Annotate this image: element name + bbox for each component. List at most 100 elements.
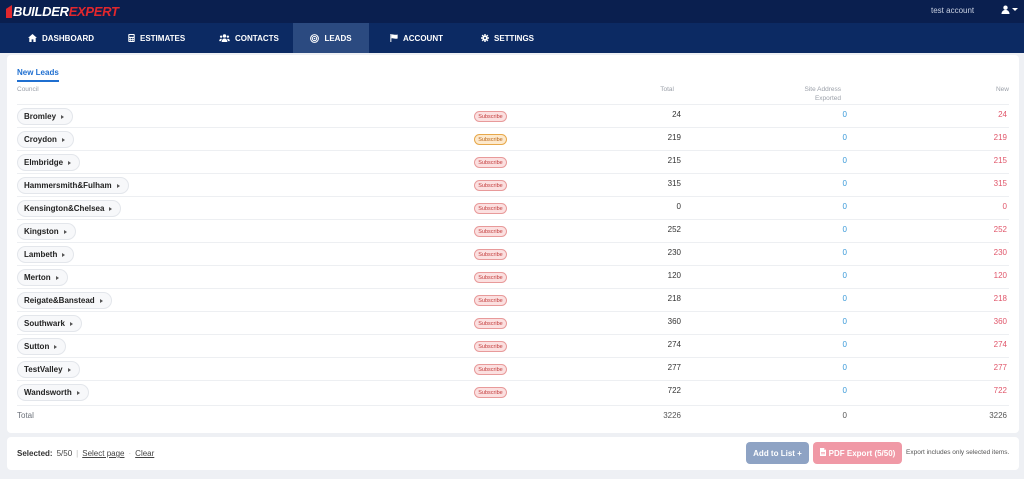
council-button-wandsworth[interactable]: Wandsworth xyxy=(17,384,89,401)
flag-icon xyxy=(390,34,398,42)
council-name: Reigate&Banstead xyxy=(24,296,95,305)
gear-icon xyxy=(481,34,489,42)
file-pdf-icon xyxy=(819,448,826,458)
council-name: Bromley xyxy=(24,112,57,121)
nav-estimates[interactable]: ESTIMATES xyxy=(128,23,185,53)
total-value: 219 xyxy=(667,133,681,142)
council-button-hammersmith-fulham[interactable]: Hammersmith&Fulham xyxy=(17,177,129,194)
exported-value: 0 xyxy=(842,179,847,188)
council-button-croydon[interactable]: Croydon xyxy=(17,131,74,148)
nav-leads[interactable]: LEADS xyxy=(293,23,369,53)
add-to-list-button[interactable]: Add to List + xyxy=(746,442,809,464)
nav-contacts[interactable]: CONTACTS xyxy=(219,23,279,53)
selected-label: Selected: xyxy=(17,449,53,458)
nav-contacts-label: CONTACTS xyxy=(235,33,279,43)
pdf-export-button[interactable]: PDF Export (5/50) xyxy=(813,442,902,464)
top-bar: BUILDER EXPERT test account xyxy=(0,0,1024,23)
subscribe-button[interactable]: Subscribe xyxy=(474,157,507,168)
subscribe-button[interactable]: Subscribe xyxy=(474,272,507,283)
council-button-bromley[interactable]: Bromley xyxy=(17,108,74,125)
exported-value: 0 xyxy=(842,317,847,326)
exported-value: 0 xyxy=(842,340,847,349)
column-header-site-address-line2: Exported xyxy=(814,95,841,102)
nav-leads-label: LEADS xyxy=(324,33,352,43)
council-button-merton[interactable]: Merton xyxy=(17,269,68,286)
council-button-southwark[interactable]: Southwark xyxy=(17,315,82,332)
exported-value: 0 xyxy=(842,110,847,119)
total-value: 230 xyxy=(667,248,681,257)
new-value: 274 xyxy=(993,340,1007,349)
subscribe-button[interactable]: Subscribe xyxy=(474,318,507,329)
total-value: 252 xyxy=(667,225,681,234)
divider: | xyxy=(76,449,79,458)
council-button-reigate-banstead[interactable]: Reigate&Banstead xyxy=(17,292,112,309)
chevron-right-icon xyxy=(61,114,65,119)
select-page-link[interactable]: Select page xyxy=(82,449,124,458)
table-row: Reigate&Banstead Subscribe 218 0 218 xyxy=(17,288,1009,311)
subscribe-button[interactable]: Subscribe xyxy=(474,180,507,191)
totals-row: Total 3226 0 3226 xyxy=(17,405,1009,428)
column-header-total: Total xyxy=(660,86,674,93)
council-name: Elmbridge xyxy=(24,158,64,167)
column-header-site-address-exported: Site Address Exported xyxy=(767,85,842,103)
account-name: test account xyxy=(931,6,975,15)
subscribe-button[interactable]: Subscribe xyxy=(474,134,507,145)
nav-estimates-label: ESTIMATES xyxy=(140,33,186,43)
council-button-sutton[interactable]: Sutton xyxy=(17,338,67,355)
council-name: Kensington&Chelsea xyxy=(24,204,105,213)
new-value: 722 xyxy=(993,386,1007,395)
table-row: TestValley Subscribe 277 0 277 xyxy=(17,357,1009,380)
subscribe-button[interactable]: Subscribe xyxy=(474,295,507,306)
chevron-right-icon xyxy=(55,275,59,280)
subscribe-button[interactable]: Subscribe xyxy=(474,111,507,122)
nav-account[interactable]: ACCOUNT xyxy=(390,23,443,53)
council-name: Sutton xyxy=(24,342,50,351)
council-name: Croydon xyxy=(24,135,57,144)
subscribe-button[interactable]: Subscribe xyxy=(474,249,507,260)
new-value: 0 xyxy=(1002,202,1007,211)
subscribe-button[interactable]: Subscribe xyxy=(474,226,507,237)
council-button-lambeth[interactable]: Lambeth xyxy=(17,246,75,263)
chevron-right-icon xyxy=(116,183,120,188)
tab-new-leads[interactable]: New Leads xyxy=(17,68,59,82)
subscribe-button[interactable]: Subscribe xyxy=(474,364,507,375)
total-value: 218 xyxy=(667,294,681,303)
council-name: Wandsworth xyxy=(24,388,72,397)
selection-footer: Selected: 5/50 | Select page · Clear Add… xyxy=(7,437,1019,470)
new-value: 360 xyxy=(993,317,1007,326)
chevron-right-icon xyxy=(54,344,58,349)
pdf-export-label: PDF Export (5/50) xyxy=(828,448,896,458)
chevron-right-icon xyxy=(68,160,72,165)
totals-exported-value: 0 xyxy=(842,411,847,420)
subscribe-button[interactable]: Subscribe xyxy=(474,341,507,352)
new-value: 218 xyxy=(993,294,1007,303)
council-button-elmbridge[interactable]: Elmbridge xyxy=(17,154,81,171)
subscribe-button[interactable]: Subscribe xyxy=(474,203,507,214)
user-menu-button[interactable] xyxy=(1001,5,1018,14)
chevron-right-icon xyxy=(76,390,80,395)
table-row: Kensington&Chelsea Subscribe 0 0 0 xyxy=(17,196,1009,219)
builder-expert-logo[interactable]: BUILDER EXPERT xyxy=(6,4,119,19)
new-value: 215 xyxy=(993,156,1007,165)
council-button-kensington-chelsea[interactable]: Kensington&Chelsea xyxy=(17,200,122,217)
chevron-right-icon xyxy=(61,137,65,142)
clear-link[interactable]: Clear xyxy=(135,449,154,458)
council-button-kingston[interactable]: Kingston xyxy=(17,223,76,240)
nav-dashboard[interactable]: DASHBOARD xyxy=(28,23,94,53)
table-row: Bromley Subscribe 24 0 24 xyxy=(17,104,1009,127)
selected-count: 5/50 xyxy=(56,449,73,458)
new-value: 252 xyxy=(993,225,1007,234)
total-value: 277 xyxy=(667,363,681,372)
total-value: 360 xyxy=(667,317,681,326)
council-name: Merton xyxy=(24,273,51,282)
totals-total-value: 3226 xyxy=(663,411,681,420)
exported-value: 0 xyxy=(842,202,847,211)
nav-settings[interactable]: SETTINGS xyxy=(481,23,534,53)
council-button-testvalley[interactable]: TestValley xyxy=(17,361,80,378)
new-value: 120 xyxy=(993,271,1007,280)
subscribe-button[interactable]: Subscribe xyxy=(474,387,507,398)
users-icon xyxy=(219,34,230,42)
table-row: Southwark Subscribe 360 0 360 xyxy=(17,311,1009,334)
column-header-site-address-line1: Site Address xyxy=(804,86,842,93)
dot-separator: · xyxy=(128,449,132,458)
